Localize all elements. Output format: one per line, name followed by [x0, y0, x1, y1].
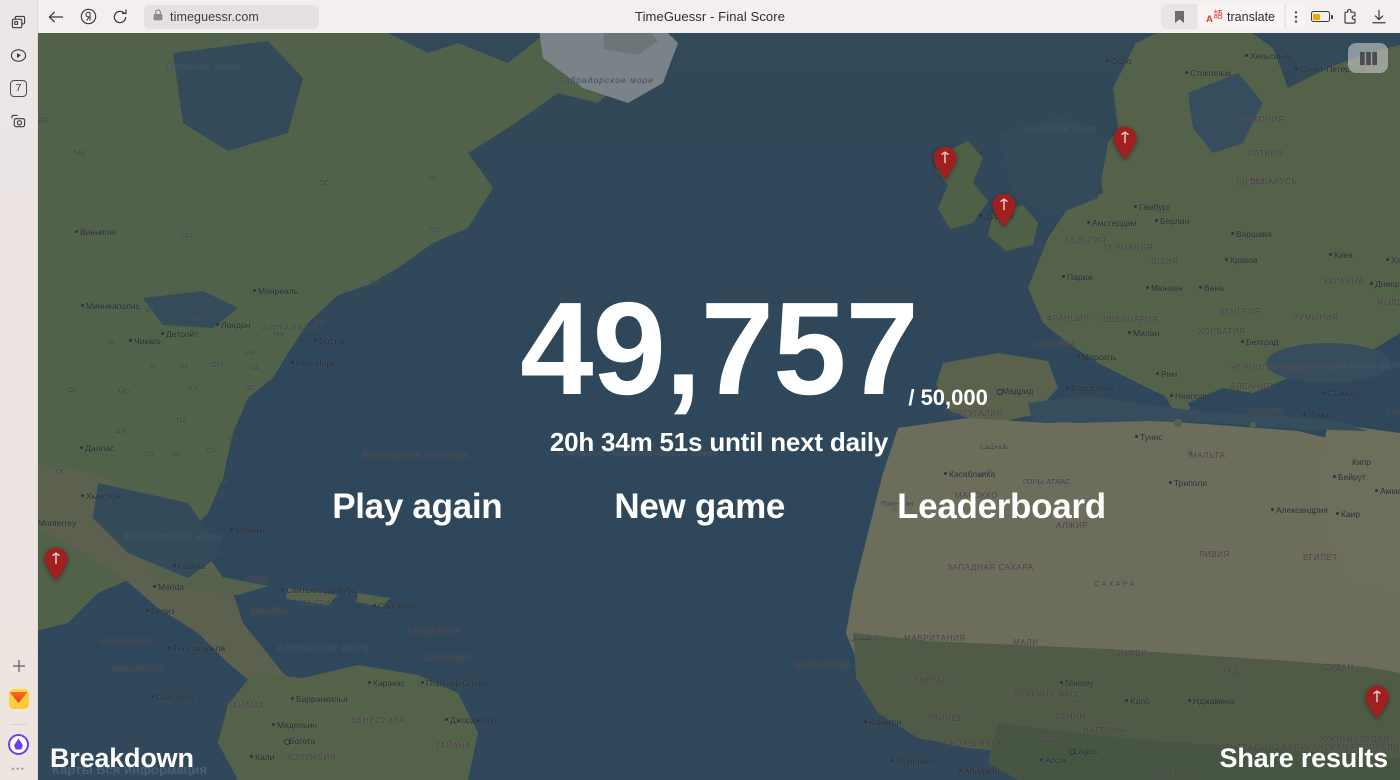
bookmark-icon[interactable]: [1161, 4, 1198, 29]
translate-button[interactable]: 語 A translate: [1199, 4, 1283, 29]
new-game-button[interactable]: New game: [614, 487, 785, 527]
add-service-button[interactable]: [6, 653, 32, 679]
guess-pin-africa[interactable]: [1364, 685, 1390, 719]
sidebar-divider: [10, 724, 27, 725]
yandex-logo-icon[interactable]: [74, 4, 102, 30]
score-block: 49,757 / 50,000 20h 34m 51s until next d…: [38, 283, 1400, 458]
translate-icon: 語 A: [1206, 10, 1224, 25]
download-icon[interactable]: [1365, 4, 1392, 29]
daily-countdown: 20h 34m 51s until next daily: [549, 427, 889, 457]
battery-icon[interactable]: [1307, 4, 1334, 29]
guess-pin-scotland[interactable]: [932, 146, 958, 180]
score-line: 49,757 / 50,000: [520, 283, 988, 415]
map-book-icon[interactable]: [1348, 43, 1388, 73]
guess-pin-denmark[interactable]: [1112, 126, 1138, 160]
back-arrow-icon[interactable]: [42, 4, 70, 30]
guess-pin-cuba[interactable]: [43, 547, 69, 581]
browser-sidebar: 7 •••: [0, 0, 38, 780]
translate-label: translate: [1227, 9, 1275, 24]
tab-count-label: 7: [10, 79, 27, 97]
alice-assistant-icon[interactable]: [6, 731, 32, 757]
tab-count-badge[interactable]: 7: [6, 75, 32, 101]
browser-toolbar: timeguessr.com TimeGuessr - Final Score …: [38, 0, 1400, 33]
lock-icon: [153, 9, 163, 24]
screenshot-icon[interactable]: [6, 108, 32, 134]
kebab-menu-icon[interactable]: [1285, 4, 1305, 29]
sidebar-more-dots[interactable]: •••: [12, 764, 26, 774]
toolbar-actions: 語 A translate: [1161, 4, 1400, 29]
action-buttons: Play again New game Leaderboard: [38, 487, 1400, 527]
max-score-value: / 50,000: [908, 385, 988, 410]
yandex-mail-icon[interactable]: [6, 686, 32, 712]
leaderboard-button[interactable]: Leaderboard: [897, 487, 1106, 527]
extensions-puzzle-icon[interactable]: [1336, 4, 1363, 29]
reload-icon[interactable]: [106, 4, 134, 30]
guess-pin-england[interactable]: [991, 193, 1017, 227]
breakdown-button[interactable]: Breakdown: [50, 743, 194, 774]
tabs-stack-icon[interactable]: [6, 9, 32, 35]
url-text: timeguessr.com: [170, 9, 259, 24]
page-title: TimeGuessr - Final Score: [635, 9, 786, 24]
video-play-icon[interactable]: [6, 42, 32, 68]
play-again-button[interactable]: Play again: [332, 487, 502, 527]
share-results-button[interactable]: Share results: [1220, 743, 1389, 774]
final-score-value: 49,757: [520, 275, 919, 422]
